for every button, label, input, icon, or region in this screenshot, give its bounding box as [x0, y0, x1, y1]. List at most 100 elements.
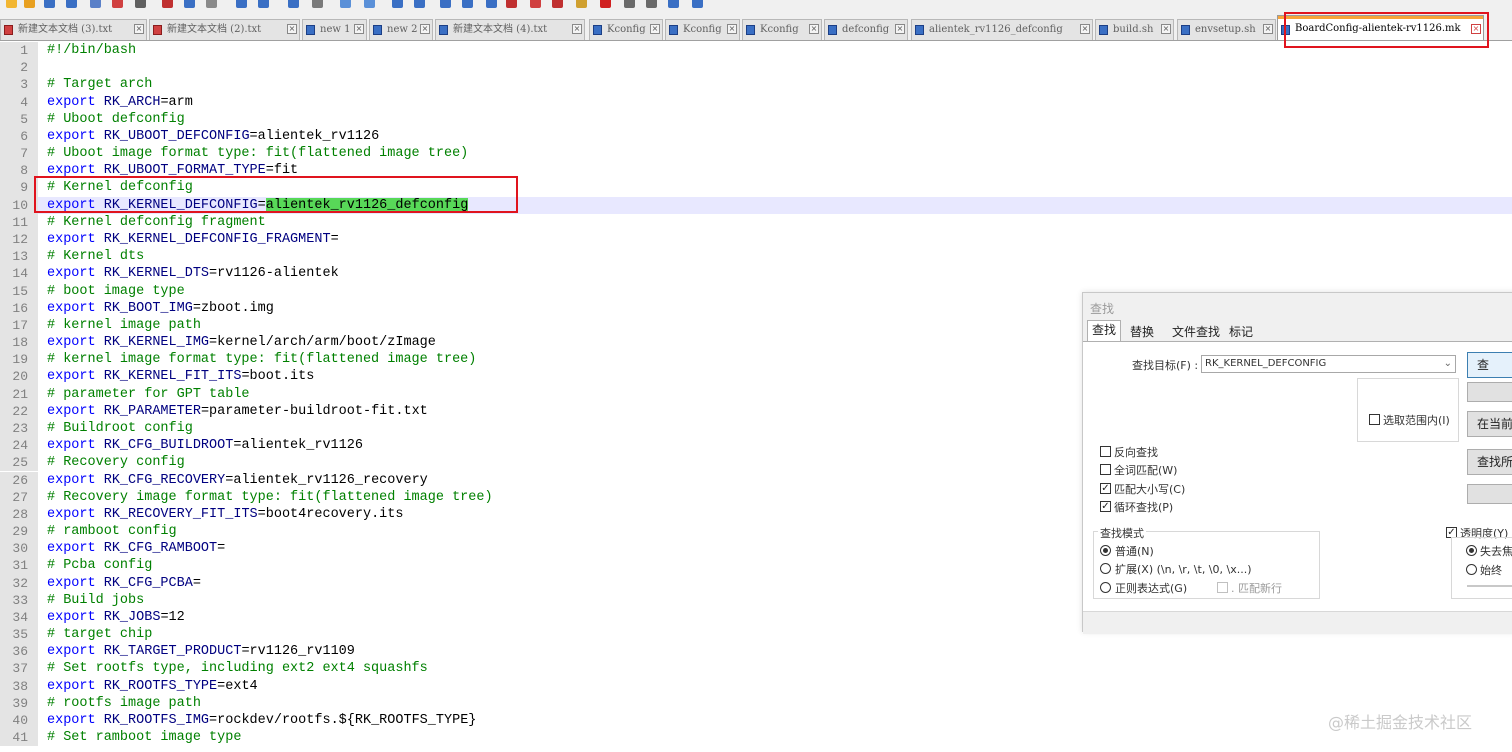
code-line[interactable]: export RK_KERNEL_IMG=kernel/arch/arm/boo…: [47, 334, 436, 351]
code-line[interactable]: # boot image type: [47, 283, 185, 300]
code-line[interactable]: # Uboot defconfig: [47, 111, 185, 128]
close-tab-icon[interactable]: ×: [134, 24, 144, 34]
code-line[interactable]: # Kernel dts: [47, 248, 144, 265]
code-line[interactable]: # Build jobs: [47, 592, 144, 609]
find-all-current-button[interactable]: 在当前: [1467, 411, 1512, 437]
close-tab-icon[interactable]: ×: [354, 24, 364, 34]
code-line[interactable]: export RK_JOBS=12: [47, 609, 185, 626]
play-macro-icon[interactable]: [646, 0, 657, 8]
file-tab[interactable]: new 1 ×: [302, 19, 367, 40]
replace-icon[interactable]: [312, 0, 323, 8]
file-tab[interactable]: BoardConfig-alientek-rv1126.mk ×: [1277, 15, 1484, 40]
open-icon[interactable]: [24, 0, 35, 8]
dot-newline-checkbox[interactable]: [1217, 582, 1228, 593]
close-tab-icon[interactable]: ×: [1080, 24, 1090, 34]
tab-find[interactable]: 查找: [1087, 320, 1122, 342]
in-selection-checkbox[interactable]: [1369, 414, 1380, 425]
code-line[interactable]: export RK_TARGET_PRODUCT=rv1126_rv1109: [47, 643, 355, 660]
zoom-out-icon[interactable]: [364, 0, 375, 8]
close-tab-icon[interactable]: ×: [650, 24, 660, 34]
sync-vertical-icon[interactable]: [392, 0, 403, 8]
file-tab[interactable]: 新建文本文档 (4).txt ×: [435, 19, 585, 40]
close-tab-icon[interactable]: ×: [1471, 24, 1481, 34]
code-line[interactable]: # kernel image path: [47, 317, 201, 334]
code-line[interactable]: export RK_RECOVERY_FIT_ITS=boot4recovery…: [47, 506, 403, 523]
close-tab-icon[interactable]: ×: [1161, 24, 1171, 34]
code-line[interactable]: # Kernel defconfig fragment: [47, 214, 266, 231]
tab-find-in-files[interactable]: 文件查找: [1167, 322, 1225, 341]
find-all-opened-button[interactable]: 查找所: [1467, 449, 1512, 475]
stop-macro-icon[interactable]: [624, 0, 635, 8]
match-case-checkbox[interactable]: ✓: [1100, 483, 1111, 494]
code-line[interactable]: # ramboot config: [47, 523, 177, 540]
code-line[interactable]: # rootfs image path: [47, 695, 201, 712]
transparency-on-lose-focus-radio[interactable]: [1466, 545, 1477, 556]
code-line[interactable]: export RK_CFG_BUILDROOT=alientek_rv1126: [47, 437, 363, 454]
code-line[interactable]: export RK_ARCH=arm: [47, 94, 193, 111]
redo-icon[interactable]: [258, 0, 269, 8]
code-line[interactable]: # Target arch: [47, 76, 152, 93]
close-all-icon[interactable]: [112, 0, 123, 8]
tab-replace[interactable]: 替换: [1125, 322, 1159, 341]
close-tab-icon[interactable]: ×: [895, 24, 905, 34]
print-icon[interactable]: [135, 0, 146, 8]
show-all-chars-icon[interactable]: [462, 0, 473, 8]
code-line[interactable]: export RK_CFG_PCBA=: [47, 575, 201, 592]
code-line[interactable]: # parameter for GPT table: [47, 386, 250, 403]
code-line[interactable]: export RK_CFG_RECOVERY=alientek_rv1126_r…: [47, 472, 428, 489]
code-line[interactable]: export RK_UBOOT_FORMAT_TYPE=fit: [47, 162, 298, 179]
language-icon[interactable]: [506, 0, 517, 8]
wrap-around-checkbox[interactable]: ✓: [1100, 501, 1111, 512]
close-tab-icon[interactable]: ×: [727, 24, 737, 34]
copy-icon[interactable]: [184, 0, 195, 8]
mode-regex-radio[interactable]: [1100, 582, 1111, 593]
file-tab[interactable]: defconfig ×: [824, 19, 908, 40]
code-line[interactable]: # Kernel defconfig: [47, 179, 193, 196]
code-line[interactable]: # target chip: [47, 626, 152, 643]
file-tab[interactable]: 新建文本文档 (2).txt ×: [149, 19, 300, 40]
code-line[interactable]: export RK_ROOTFS_IMG=rockdev/rootfs.${RK…: [47, 712, 476, 729]
paste-icon[interactable]: [206, 0, 217, 8]
code-line[interactable]: export RK_KERNEL_DTS=rv1126-alientek: [47, 265, 339, 282]
close-icon[interactable]: [90, 0, 101, 8]
file-tab[interactable]: Kconfig ×: [665, 19, 740, 40]
code-line[interactable]: export RK_ROOTFS_TYPE=ext4: [47, 678, 258, 695]
code-line[interactable]: # Buildroot config: [47, 420, 193, 437]
tab-mark[interactable]: 标记: [1224, 322, 1258, 341]
close-tab-icon[interactable]: ×: [572, 24, 582, 34]
mode-extended-radio[interactable]: [1100, 563, 1111, 574]
mode-normal-radio[interactable]: [1100, 545, 1111, 556]
close-tab-icon[interactable]: ×: [1263, 24, 1273, 34]
code-line[interactable]: # Pcba config: [47, 557, 152, 574]
file-tab[interactable]: build.sh ×: [1095, 19, 1174, 40]
file-tab[interactable]: Kconfig ×: [742, 19, 822, 40]
record-macro-icon[interactable]: [600, 0, 611, 8]
code-line[interactable]: # Set ramboot image type: [47, 729, 241, 746]
find-what-input[interactable]: RK_KERNEL_DEFCONFIG ⌄: [1201, 355, 1456, 373]
code-line[interactable]: #!/bin/bash: [47, 42, 136, 59]
save-macro-icon[interactable]: [692, 0, 703, 8]
code-line[interactable]: export RK_KERNEL_DEFCONFIG_FRAGMENT=: [47, 231, 339, 248]
file-tab[interactable]: 新建文本文档 (3).txt ×: [0, 19, 147, 40]
transparency-always-radio[interactable]: [1466, 564, 1477, 575]
chevron-down-icon[interactable]: ⌄: [1444, 356, 1452, 372]
code-line[interactable]: export RK_KERNEL_DEFCONFIG=alientek_rv11…: [38, 196, 1512, 214]
run-macro-icon[interactable]: [668, 0, 679, 8]
close-tab-icon[interactable]: ×: [809, 24, 819, 34]
find-next-button[interactable]: 查: [1467, 352, 1512, 378]
zoom-in-icon[interactable]: [340, 0, 351, 8]
sync-horizontal-icon[interactable]: [414, 0, 425, 8]
undo-icon[interactable]: [236, 0, 247, 8]
whole-word-checkbox[interactable]: [1100, 464, 1111, 475]
close-tab-icon[interactable]: ×: [287, 24, 297, 34]
close-tab-icon[interactable]: ×: [420, 24, 430, 34]
code-line[interactable]: export RK_CFG_RAMBOOT=: [47, 540, 225, 557]
code-line[interactable]: export RK_PARAMETER=parameter-buildroot-…: [47, 403, 428, 420]
code-line[interactable]: # Set rootfs type, including ext2 ext4 s…: [47, 660, 428, 677]
folder-workspace-icon[interactable]: [576, 0, 587, 8]
code-line[interactable]: export RK_KERNEL_FIT_ITS=boot.its: [47, 368, 314, 385]
backward-checkbox[interactable]: [1100, 446, 1111, 457]
word-wrap-icon[interactable]: [440, 0, 451, 8]
save-all-icon[interactable]: [66, 0, 77, 8]
find-icon[interactable]: [288, 0, 299, 8]
